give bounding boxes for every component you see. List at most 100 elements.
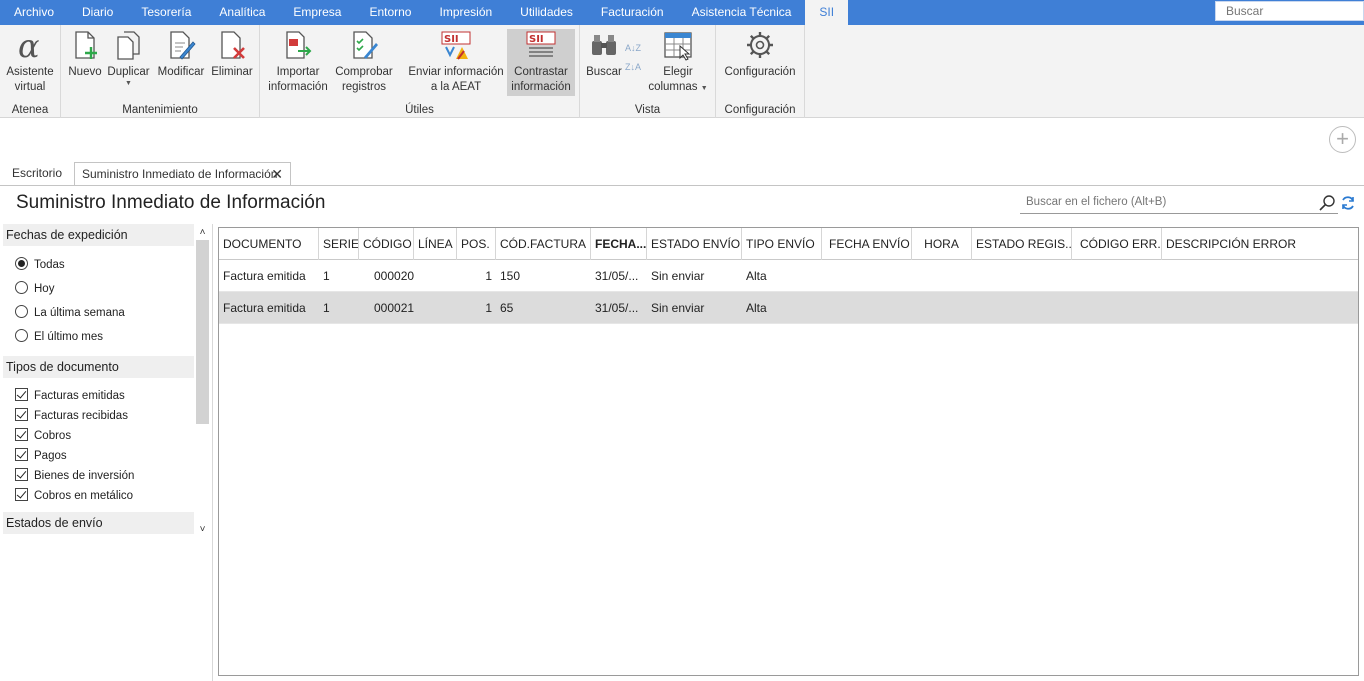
check-pagos[interactable]: Pagos — [15, 447, 67, 465]
add-tab-button[interactable]: + — [1329, 126, 1356, 153]
menu-utilidades[interactable]: Utilidades — [506, 0, 587, 25]
importar-informacion-button[interactable]: Importar información — [265, 29, 331, 95]
col-cod-factura[interactable]: CÓD.FACTURA — [496, 228, 591, 260]
scroll-up-icon[interactable]: ˄ — [195, 226, 210, 240]
binoculars-icon — [592, 35, 616, 55]
buscar-button[interactable]: Buscar — [585, 29, 623, 80]
group-label-utiles: Útiles — [405, 104, 434, 116]
main-menu: Archivo Diario Tesorería Analítica Empre… — [0, 0, 849, 25]
col-descripcion-error[interactable]: DESCRIPCIÓN ERROR — [1162, 228, 1358, 260]
menu-archivo[interactable]: Archivo — [0, 0, 68, 25]
radio-hoy-label: Hoy — [34, 283, 55, 295]
check-cobros-metalico[interactable]: Cobros en metálico — [15, 487, 133, 505]
radio-ultima-semana[interactable]: La última semana — [15, 304, 125, 322]
menu-entorno[interactable]: Entorno — [355, 0, 425, 25]
check-pagos-label: Pagos — [34, 450, 67, 462]
sort-za-icon[interactable]: Z↓A — [625, 62, 645, 73]
filter-section-estados[interactable]: Estados de envío — [3, 512, 194, 534]
cell-documento: Factura emitida — [223, 269, 306, 283]
filter-section-fechas[interactable]: Fechas de expedición — [3, 224, 194, 246]
cell-pos: 1 — [485, 269, 492, 283]
send-sii-icon: SII — [441, 31, 471, 60]
check-bienes-inversion[interactable]: Bienes de inversión — [15, 467, 134, 485]
elegir-columnas-button[interactable]: Elegir columnas ▼ — [648, 29, 708, 96]
table-row-selected[interactable]: Factura emitida 1 000021 1 65 31/05/... … — [219, 292, 1358, 324]
col-serie[interactable]: SERIE — [319, 228, 359, 260]
radio-icon — [15, 329, 28, 342]
cell-linea — [414, 292, 457, 324]
radio-hoy[interactable]: Hoy — [15, 280, 54, 298]
menu-empresa[interactable]: Empresa — [279, 0, 355, 25]
cell-serie: 1 — [323, 301, 330, 315]
radio-todas[interactable]: Todas — [15, 256, 65, 274]
col-fecha-envio[interactable]: FECHA ENVÍO — [822, 228, 912, 260]
col-estado-registro[interactable]: ESTADO REGIS... — [972, 228, 1072, 260]
menu-facturacion[interactable]: Facturación — [587, 0, 678, 25]
duplicate-icon — [116, 31, 140, 60]
col-fecha[interactable]: FECHA... — [591, 228, 647, 260]
modificar-button[interactable]: Modificar — [155, 29, 207, 80]
menu-tesoreria[interactable]: Tesorería — [127, 0, 205, 25]
cell-cod-factura: 65 — [500, 301, 514, 315]
ribbon-toolbar: α Asistente virtual Atenea Nuevo Duplica… — [0, 25, 1364, 118]
svg-text:α: α — [18, 29, 40, 61]
checkbox-checked-icon — [15, 488, 28, 501]
menu-diario[interactable]: Diario — [68, 0, 127, 25]
comprobar-label-1: Comprobar — [335, 66, 393, 78]
ribbon-group-utiles: Importar información Comprobar registros… — [260, 25, 580, 118]
radio-todas-label: Todas — [34, 259, 65, 271]
group-label-atenea: Atenea — [11, 104, 49, 116]
check-cobros-label: Cobros — [34, 430, 72, 442]
col-codigo[interactable]: CÓDIGO — [359, 228, 414, 260]
col-tipo-envio[interactable]: TIPO ENVÍO — [742, 228, 822, 260]
col-linea[interactable]: LÍNEA — [414, 228, 457, 260]
cell-linea — [414, 260, 457, 292]
check-facturas-recibidas-label: Facturas recibidas — [34, 410, 128, 422]
elegir-label-1: Elegir — [663, 66, 693, 78]
tab-escritorio[interactable]: Escritorio — [4, 162, 70, 186]
tab-sii[interactable]: Suministro Inmediato de Información ✕ — [74, 162, 291, 186]
asistente-label-2: virtual — [14, 81, 46, 93]
contrastar-informacion-button[interactable]: SII Contrastar información — [507, 29, 575, 96]
check-facturas-emitidas[interactable]: Facturas emitidas — [15, 387, 125, 405]
col-estado-envio[interactable]: ESTADO ENVÍO — [647, 228, 742, 260]
col-codigo-error[interactable]: CÓDIGO ERR... — [1072, 228, 1162, 260]
configuracion-button[interactable]: Configuración — [721, 29, 799, 80]
table-header: DOCUMENTO SERIE CÓDIGO LÍNEA POS. CÓD.FA… — [219, 228, 1358, 260]
filter-scrollbar[interactable]: ˄ ˅ — [195, 224, 210, 538]
refresh-icon[interactable] — [1340, 195, 1356, 211]
scroll-thumb[interactable] — [196, 240, 209, 424]
group-label-configuracion: Configuración — [724, 104, 796, 116]
table-row[interactable]: Factura emitida 1 000020 1 150 31/05/...… — [219, 260, 1358, 292]
radio-ultimo-mes[interactable]: El último mes — [15, 328, 103, 346]
comprobar-registros-button[interactable]: Comprobar registros — [333, 29, 395, 95]
file-search-input[interactable] — [1020, 192, 1310, 212]
search-icon[interactable] — [1318, 194, 1336, 212]
duplicar-button[interactable]: Duplicar ▼ — [106, 29, 151, 88]
contrastar-label-2: información — [511, 81, 571, 93]
col-pos[interactable]: POS. — [457, 228, 496, 260]
menu-impresion[interactable]: Impresión — [425, 0, 506, 25]
filter-section-tipos[interactable]: Tipos de documento — [3, 356, 194, 378]
check-records-icon — [353, 31, 378, 59]
menu-sii[interactable]: SII — [805, 0, 849, 25]
sort-az-icon[interactable]: A↓Z — [625, 43, 645, 54]
nuevo-button[interactable]: Nuevo — [66, 29, 104, 80]
check-facturas-recibidas[interactable]: Facturas recibidas — [15, 407, 128, 425]
eliminar-button[interactable]: Eliminar — [209, 29, 255, 80]
global-search-input[interactable] — [1216, 2, 1363, 20]
file-search — [1020, 192, 1338, 214]
ribbon-group-mantenimiento: Nuevo Duplicar ▼ Modificar Eliminar Mant… — [61, 25, 260, 118]
col-hora[interactable]: HORA — [912, 228, 972, 260]
modificar-label: Modificar — [157, 66, 205, 78]
menu-analitica[interactable]: Analítica — [205, 0, 279, 25]
enviar-informacion-button[interactable]: SII Enviar información a la AEAT — [406, 29, 506, 95]
elegir-caret-icon: ▼ — [700, 85, 708, 92]
asistente-virtual-button[interactable]: α Asistente virtual — [3, 29, 57, 95]
col-documento[interactable]: DOCUMENTO — [219, 228, 319, 260]
menu-asistencia-tecnica[interactable]: Asistencia Técnica — [678, 0, 806, 25]
close-icon[interactable]: ✕ — [271, 163, 283, 185]
scroll-down-icon[interactable]: ˅ — [195, 523, 210, 537]
panel-divider[interactable] — [212, 224, 213, 681]
check-cobros[interactable]: Cobros — [15, 427, 71, 445]
